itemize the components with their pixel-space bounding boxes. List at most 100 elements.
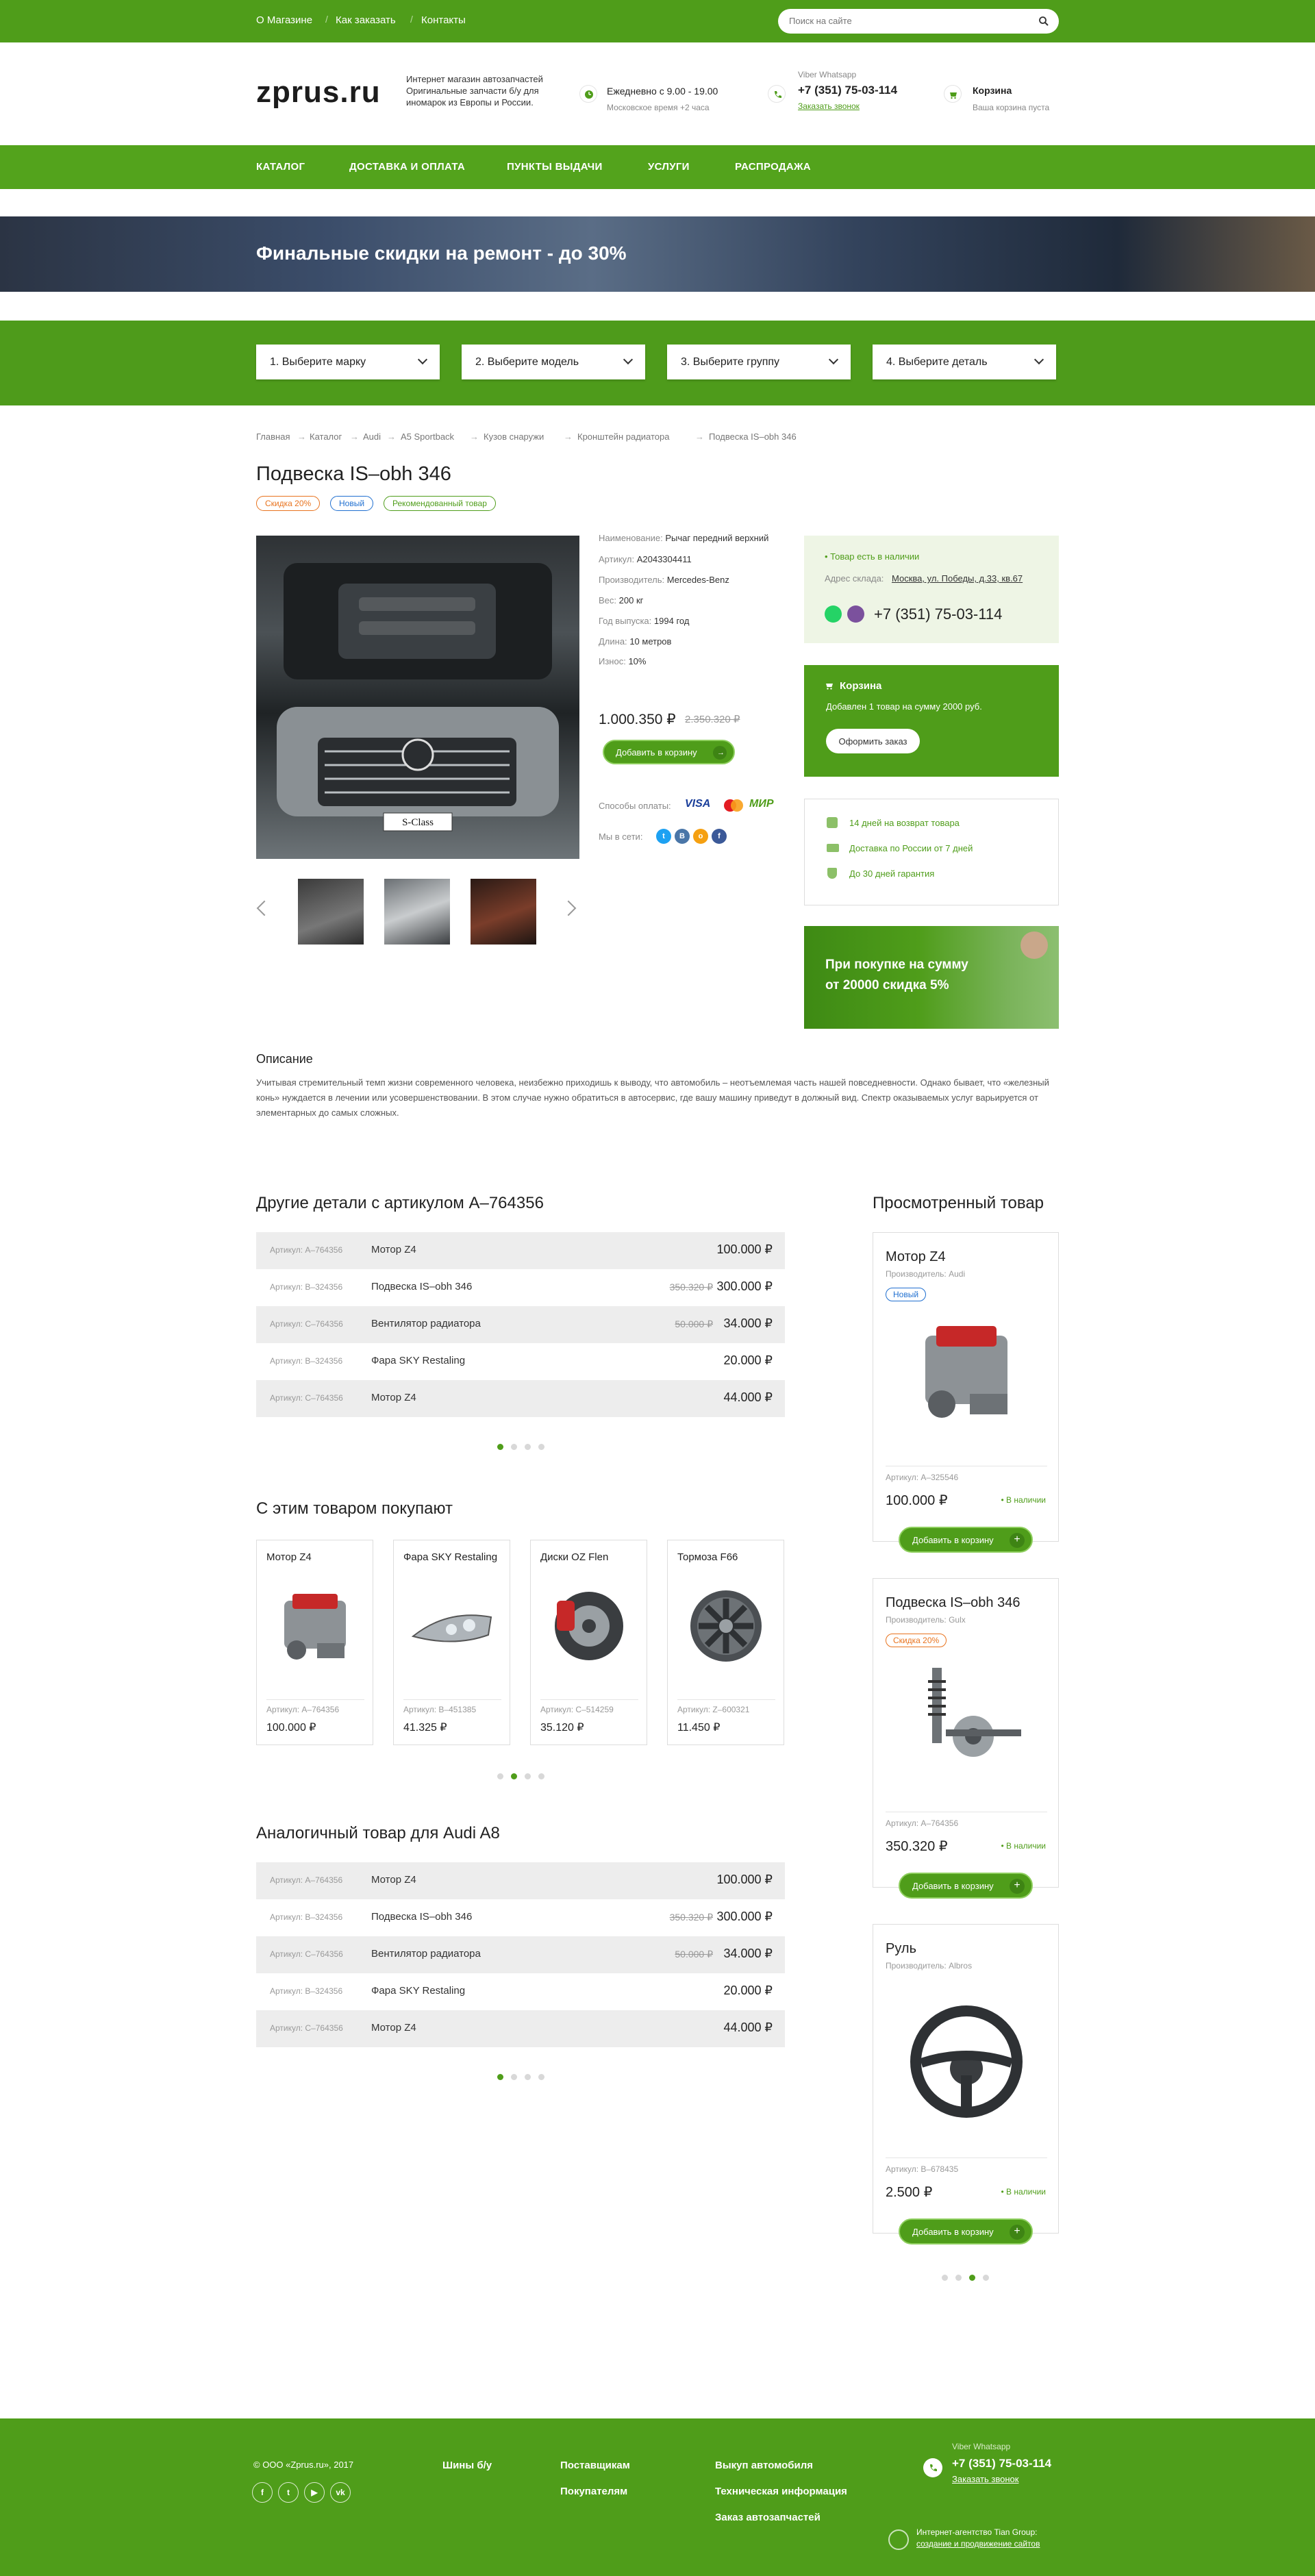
footer-link[interactable]: Выкуп автомобиля: [715, 2460, 813, 2471]
table-row[interactable]: Артикул: B–324356 Подвеска IS–obh 346 350.…: [256, 1269, 785, 1306]
product-card[interactable]: Тормоза F66 Артикул: Z–600321 11.450 ₽: [667, 1540, 784, 1745]
footer-link[interactable]: Техническая информация: [715, 2486, 847, 2497]
pagination-dot[interactable]: [497, 2074, 503, 2080]
breadcrumb-item[interactable]: Audi: [363, 432, 381, 442]
gallery-thumb[interactable]: [384, 879, 450, 945]
product-main-image[interactable]: S-Class: [256, 536, 579, 859]
stock-phone[interactable]: +7 (351) 75-03-114: [874, 605, 1002, 623]
table-row[interactable]: Артикул: B–324356 Фара SKY Restaling 20.00…: [256, 1973, 785, 2010]
table-row[interactable]: Артикул: B–324356 Фара SKY Restaling 20.00…: [256, 1343, 785, 1380]
product-card[interactable]: Мотор Z4 Артикул: A–764356 100.000 ₽: [256, 1540, 373, 1745]
promo-line-2: от 20000 скидка 5%: [825, 978, 949, 992]
select-group[interactable]: 3. Выберите группу: [667, 345, 851, 379]
youtube-icon[interactable]: ▶: [304, 2482, 325, 2503]
pagination-dot[interactable]: [511, 1444, 517, 1450]
agency-label: Интернет-агентство Tian Group:: [916, 2527, 1038, 2537]
pagination-dot[interactable]: [525, 1773, 531, 1779]
pagination-dot[interactable]: [983, 2275, 989, 2281]
callback-link[interactable]: Заказать звонок: [798, 101, 860, 111]
pagination-dot[interactable]: [511, 2074, 517, 2080]
spec-row: Артикул: A2043304411: [599, 554, 692, 564]
search-icon[interactable]: [1038, 16, 1049, 27]
table-row[interactable]: Артикул: C–764356 Мотор Z4 44.000 ₽: [256, 2010, 785, 2047]
nav-sale[interactable]: РАСПРОДАЖА: [735, 161, 811, 173]
facebook-icon[interactable]: f: [252, 2482, 273, 2503]
breadcrumb-item[interactable]: Кузов снаружи: [484, 432, 544, 442]
pagination-dot[interactable]: [538, 1773, 544, 1779]
cart-icon[interactable]: [944, 85, 962, 103]
twitter-icon[interactable]: t: [656, 829, 671, 844]
product-card[interactable]: Диски OZ Flen Артикул: C–514259 35.120 ₽: [530, 1540, 647, 1745]
pagination-dot[interactable]: [497, 1444, 503, 1450]
pagination-dots: [497, 2074, 545, 2081]
whatsapp-icon[interactable]: [825, 605, 842, 623]
add-to-cart-button[interactable]: Добавить в корзину +: [899, 1527, 1033, 1553]
pagination-dot[interactable]: [955, 2275, 962, 2281]
table-row[interactable]: Артикул: C–764356 Вентилятор радиатора 50.…: [256, 1306, 785, 1343]
select-part[interactable]: 4. Выберите деталь: [873, 345, 1056, 379]
gallery-thumb[interactable]: [298, 879, 364, 945]
pagination-dot[interactable]: [511, 1773, 517, 1779]
add-to-cart-button[interactable]: Добавить в корзину →: [603, 740, 735, 764]
header-cart-title[interactable]: Корзина: [973, 85, 1012, 96]
vk-icon[interactable]: vk: [330, 2482, 351, 2503]
checkout-button[interactable]: Оформить заказ: [826, 729, 920, 753]
product-card[interactable]: Фара SKY Restaling Артикул: B–451385 41.3…: [393, 1540, 510, 1745]
pagination-dot[interactable]: [969, 2275, 975, 2281]
benefit-item: 14 дней на возврат товара: [849, 818, 960, 828]
facebook-icon[interactable]: f: [712, 829, 727, 844]
pagination-dot[interactable]: [497, 1773, 503, 1779]
breadcrumb-item[interactable]: A5 Sportback: [401, 432, 454, 442]
select-model[interactable]: 2. Выберите модель: [462, 345, 645, 379]
table-row[interactable]: Артикул: C–764356 Вентилятор радиатора 50.…: [256, 1936, 785, 1973]
pagination-dot[interactable]: [942, 2275, 948, 2281]
twitter-icon[interactable]: t: [278, 2482, 299, 2503]
breadcrumb-item[interactable]: Главная: [256, 432, 290, 442]
viewed-card[interactable]: Мотор Z4 Производитель: Audi Новый Артик…: [873, 1232, 1059, 1542]
footer-callback-link[interactable]: Заказать звонок: [952, 2474, 1018, 2484]
breadcrumb-item[interactable]: Кронштейн радиатора: [577, 432, 669, 442]
select-brand[interactable]: 1. Выберите марку: [256, 345, 440, 379]
nav-catalog[interactable]: КАТАЛОГ: [256, 161, 305, 173]
gallery-next-arrow[interactable]: [560, 900, 577, 916]
vk-icon[interactable]: В: [675, 829, 690, 844]
breadcrumb-item[interactable]: Каталог: [310, 432, 342, 442]
search-input[interactable]: [789, 16, 1015, 26]
table-row[interactable]: Артикул: A–764356 Мотор Z4 100.000 ₽: [256, 1862, 785, 1899]
site-logo[interactable]: zprus.ru: [256, 75, 381, 110]
breadcrumb-separator: →: [297, 432, 306, 442]
add-to-cart-button[interactable]: Добавить в корзину +: [899, 1873, 1033, 1899]
agency-link[interactable]: создание и продвижение сайтов: [916, 2539, 1040, 2549]
promo-banner[interactable]: [0, 216, 1315, 292]
nav-services[interactable]: УСЛУГИ: [648, 161, 690, 173]
pagination-dots: [497, 1444, 545, 1451]
viber-icon[interactable]: [847, 605, 864, 623]
pagination-dot[interactable]: [538, 1444, 544, 1450]
pagination-dot[interactable]: [525, 1444, 531, 1450]
gallery-thumb[interactable]: [471, 879, 536, 945]
footer-phone[interactable]: +7 (351) 75-03-114: [952, 2457, 1051, 2471]
spec-row: Износ: 10%: [599, 656, 647, 666]
footer-link[interactable]: Покупателям: [560, 2486, 627, 2497]
nav-pickup-points[interactable]: ПУНКТЫ ВЫДАЧИ: [507, 161, 603, 173]
viewed-card[interactable]: Руль Производитель: Albros Артикул: B–67…: [873, 1924, 1059, 2234]
footer-link[interactable]: Поставщикам: [560, 2460, 630, 2471]
table-row[interactable]: Артикул: C–764356 Мотор Z4 44.000 ₽: [256, 1380, 785, 1417]
table-row[interactable]: Артикул: B–324356 Подвеска IS–obh 346 350.…: [256, 1899, 785, 1936]
footer-link[interactable]: Заказ автозапчастей: [715, 2512, 821, 2523]
toplink-about[interactable]: О Магазине: [256, 14, 312, 26]
gallery-prev-arrow[interactable]: [256, 900, 273, 916]
toplink-contacts[interactable]: Контакты: [421, 14, 466, 26]
pagination-dot[interactable]: [538, 2074, 544, 2080]
odnoklassniki-icon[interactable]: о: [693, 829, 708, 844]
toplink-how-to-order[interactable]: Как заказать: [336, 14, 396, 26]
viewed-card[interactable]: Подвеска IS–obh 346 Производитель: Gulx …: [873, 1578, 1059, 1888]
nav-delivery[interactable]: ДОСТАВКА И ОПЛАТА: [349, 161, 465, 173]
header-phone[interactable]: +7 (351) 75-03-114: [798, 84, 897, 97]
warehouse-address[interactable]: Москва, ул. Победы, д.33, кв.67: [892, 573, 1023, 584]
work-hours: Ежедневно с 9.00 - 19.00: [607, 86, 718, 97]
pagination-dot[interactable]: [525, 2074, 531, 2080]
add-to-cart-button[interactable]: Добавить в корзину +: [899, 2218, 1033, 2244]
footer-link[interactable]: Шины б/у: [442, 2460, 492, 2471]
table-row[interactable]: Артикул: A–764356 Мотор Z4 100.000 ₽: [256, 1232, 785, 1269]
